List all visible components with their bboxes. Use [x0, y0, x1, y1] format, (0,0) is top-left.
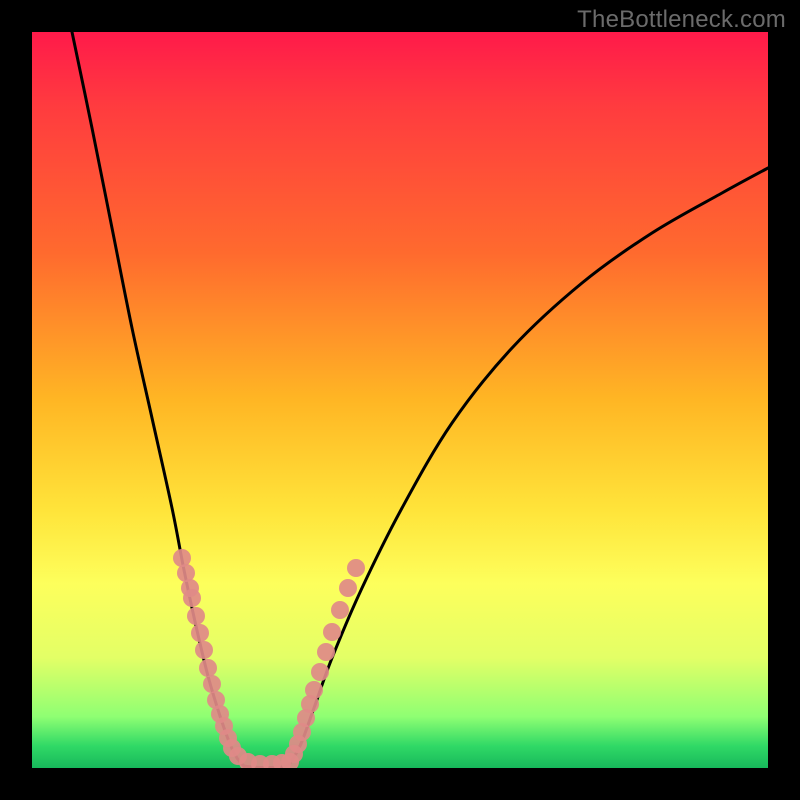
data-dot	[317, 643, 335, 661]
outer-frame: TheBottleneck.com	[0, 0, 800, 800]
data-dot	[187, 607, 205, 625]
bottleneck-curve	[72, 32, 768, 768]
data-dot	[305, 681, 323, 699]
data-dot	[323, 623, 341, 641]
data-dot	[199, 659, 217, 677]
plot-area	[32, 32, 768, 768]
data-dots	[173, 549, 365, 768]
data-dot	[203, 675, 221, 693]
data-dot	[339, 579, 357, 597]
watermark-text: TheBottleneck.com	[577, 6, 786, 34]
chart-svg	[32, 32, 768, 768]
data-dot	[331, 601, 349, 619]
data-dot	[311, 663, 329, 681]
data-dot	[183, 589, 201, 607]
data-dot	[347, 559, 365, 577]
v-curve-path	[72, 32, 768, 768]
data-dot	[195, 641, 213, 659]
data-dot	[191, 624, 209, 642]
